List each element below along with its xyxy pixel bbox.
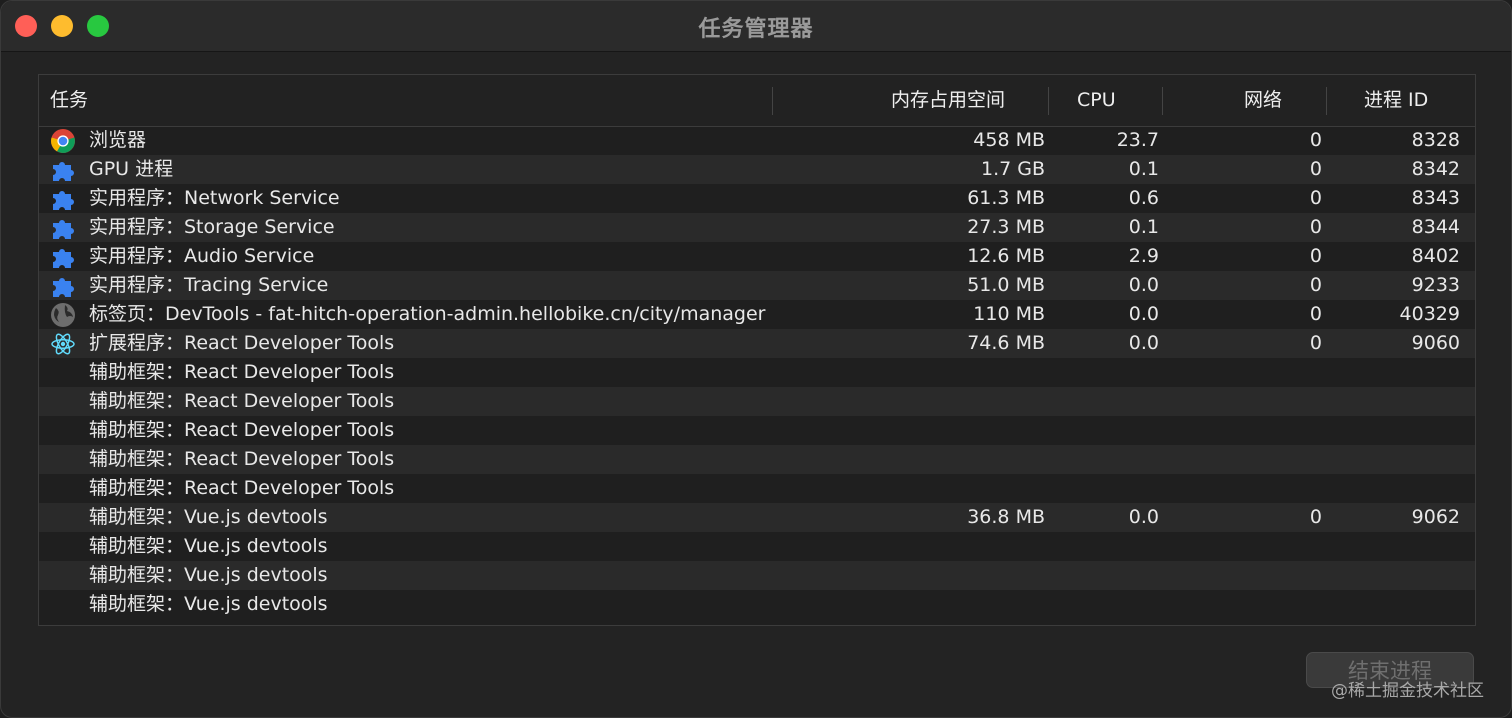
table-row[interactable]: 扩展程序：React Developer Tools 74.6 MB 0.0 0 906… — [39, 329, 1475, 358]
window-title: 任务管理器 — [698, 17, 814, 42]
pid-value: 9060 — [1411, 332, 1460, 354]
table-row[interactable]: 辅助框架：React Developer Tools — [39, 474, 1475, 503]
task-name: 实用程序：Tracing Service — [89, 274, 329, 296]
task-name: 实用程序：Network Service — [89, 187, 340, 209]
column-header-task[interactable]: 任务 — [50, 75, 88, 126]
cpu-value: 0.1 — [1128, 158, 1159, 180]
task-name: 浏览器 — [89, 129, 147, 151]
table-row[interactable]: 浏览器 458 MB 23.7 0 8328 — [39, 126, 1475, 155]
memory-value: 1.7 GB — [980, 158, 1045, 180]
task-name: 实用程序：Storage Service — [89, 216, 335, 238]
task-name: 辅助框架：Vue.js devtools — [89, 593, 328, 615]
network-value: 0 — [1309, 506, 1322, 528]
table-row[interactable]: 辅助框架：Vue.js devtools — [39, 590, 1475, 619]
table-row[interactable]: 实用程序：Storage Service 27.3 MB 0.1 0 8344 — [39, 213, 1475, 242]
column-header-pid[interactable]: 进程 ID — [1364, 75, 1428, 126]
pid-value: 8344 — [1411, 216, 1460, 238]
cpu-value: 0.0 — [1128, 274, 1159, 296]
table-row[interactable]: 标签页：DevTools - fat-hitch-operation-admin… — [39, 300, 1475, 329]
table-row[interactable]: GPU 进程 1.7 GB 0.1 0 8342 — [39, 155, 1475, 184]
pid-value: 9233 — [1411, 274, 1460, 296]
network-value: 0 — [1309, 245, 1322, 267]
memory-value: 110 MB — [973, 303, 1045, 325]
memory-value: 458 MB — [973, 129, 1045, 151]
table-body: 浏览器 458 MB 23.7 0 8328 GPU 进程 1.7 GB 0.1 0 8342 实用… — [39, 126, 1475, 625]
pid-value: 8342 — [1411, 158, 1460, 180]
table-row[interactable]: 实用程序：Network Service 61.3 MB 0.6 0 8343 — [39, 184, 1475, 213]
puzzle-icon — [50, 273, 76, 299]
column-header-cpu[interactable]: CPU — [1077, 75, 1116, 126]
cpu-value: 0.0 — [1128, 303, 1159, 325]
task-name: 实用程序：Audio Service — [89, 245, 315, 267]
network-value: 0 — [1309, 216, 1322, 238]
network-value: 0 — [1309, 332, 1322, 354]
memory-value: 12.6 MB — [967, 245, 1045, 267]
task-name: 辅助框架：React Developer Tools — [89, 419, 395, 441]
memory-value: 61.3 MB — [967, 187, 1045, 209]
table-row[interactable]: 实用程序：Tracing Service 51.0 MB 0.0 0 9233 — [39, 271, 1475, 300]
task-name: 辅助框架：Vue.js devtools — [89, 564, 328, 586]
react-icon — [50, 331, 76, 357]
pid-value: 40329 — [1399, 303, 1460, 325]
cpu-value: 0.1 — [1128, 216, 1159, 238]
column-header-memory[interactable]: 内存占用空间 — [891, 75, 1005, 126]
column-header-network[interactable]: 网络 — [1244, 75, 1282, 126]
memory-value: 51.0 MB — [967, 274, 1045, 296]
memory-value: 27.3 MB — [967, 216, 1045, 238]
column-divider[interactable] — [772, 87, 773, 115]
table-row[interactable]: 辅助框架：React Developer Tools — [39, 445, 1475, 474]
table-row[interactable]: 辅助框架：React Developer Tools — [39, 358, 1475, 387]
puzzle-icon — [50, 186, 76, 212]
network-value: 0 — [1309, 187, 1322, 209]
cpu-value: 23.7 — [1116, 129, 1159, 151]
task-name: 辅助框架：Vue.js devtools — [89, 535, 328, 557]
puzzle-icon — [50, 215, 76, 241]
column-divider[interactable] — [1326, 87, 1327, 115]
task-name: 辅助框架：React Developer Tools — [89, 448, 395, 470]
puzzle-icon — [50, 157, 76, 183]
cpu-value: 2.9 — [1128, 245, 1159, 267]
network-value: 0 — [1309, 129, 1322, 151]
network-value: 0 — [1309, 158, 1322, 180]
pid-value: 8402 — [1411, 245, 1460, 267]
column-divider[interactable] — [1162, 87, 1163, 115]
table-row[interactable]: 辅助框架：React Developer Tools — [39, 387, 1475, 416]
task-name: 辅助框架：React Developer Tools — [89, 477, 395, 499]
table-row[interactable]: 辅助框架：Vue.js devtools — [39, 532, 1475, 561]
memory-value: 36.8 MB — [967, 506, 1045, 528]
process-table: 任务 内存占用空间 CPU 网络 进程 ID 浏览器 458 MB 23.7 0 832… — [38, 74, 1476, 626]
task-name: 辅助框架：Vue.js devtools — [89, 506, 328, 528]
pid-value: 8343 — [1411, 187, 1460, 209]
chrome-icon — [50, 128, 76, 154]
memory-value: 74.6 MB — [967, 332, 1045, 354]
pid-value: 8328 — [1411, 129, 1460, 151]
cpu-value: 0.0 — [1128, 506, 1159, 528]
task-name: 辅助框架：React Developer Tools — [89, 361, 395, 383]
column-divider[interactable] — [1048, 87, 1049, 115]
table-header: 任务 内存占用空间 CPU 网络 进程 ID — [39, 75, 1475, 127]
network-value: 0 — [1309, 274, 1322, 296]
pid-value: 9062 — [1411, 506, 1460, 528]
task-name: 标签页：DevTools - fat-hitch-operation-admin… — [89, 303, 766, 325]
task-name: 扩展程序：React Developer Tools — [89, 332, 395, 354]
task-name: GPU 进程 — [89, 158, 174, 180]
task-name: 辅助框架：React Developer Tools — [89, 390, 395, 412]
cpu-value: 0.6 — [1128, 187, 1159, 209]
task-manager-window: 任务管理器 任务 内存占用空间 CPU 网络 进程 ID 浏览器 458 MB 23… — [0, 0, 1512, 718]
title-bar[interactable]: 任务管理器 — [1, 1, 1511, 52]
table-row[interactable]: 辅助框架：Vue.js devtools 36.8 MB 0.0 0 9062 — [39, 503, 1475, 532]
puzzle-icon — [50, 244, 76, 270]
table-row[interactable]: 辅助框架：React Developer Tools — [39, 416, 1475, 445]
network-value: 0 — [1309, 303, 1322, 325]
globe-icon — [50, 302, 76, 328]
watermark-text: @稀土掘金技术社区 — [1331, 681, 1484, 701]
table-row[interactable]: 辅助框架：Vue.js devtools — [39, 561, 1475, 590]
table-row[interactable]: 实用程序：Audio Service 12.6 MB 2.9 0 8402 — [39, 242, 1475, 271]
cpu-value: 0.0 — [1128, 332, 1159, 354]
